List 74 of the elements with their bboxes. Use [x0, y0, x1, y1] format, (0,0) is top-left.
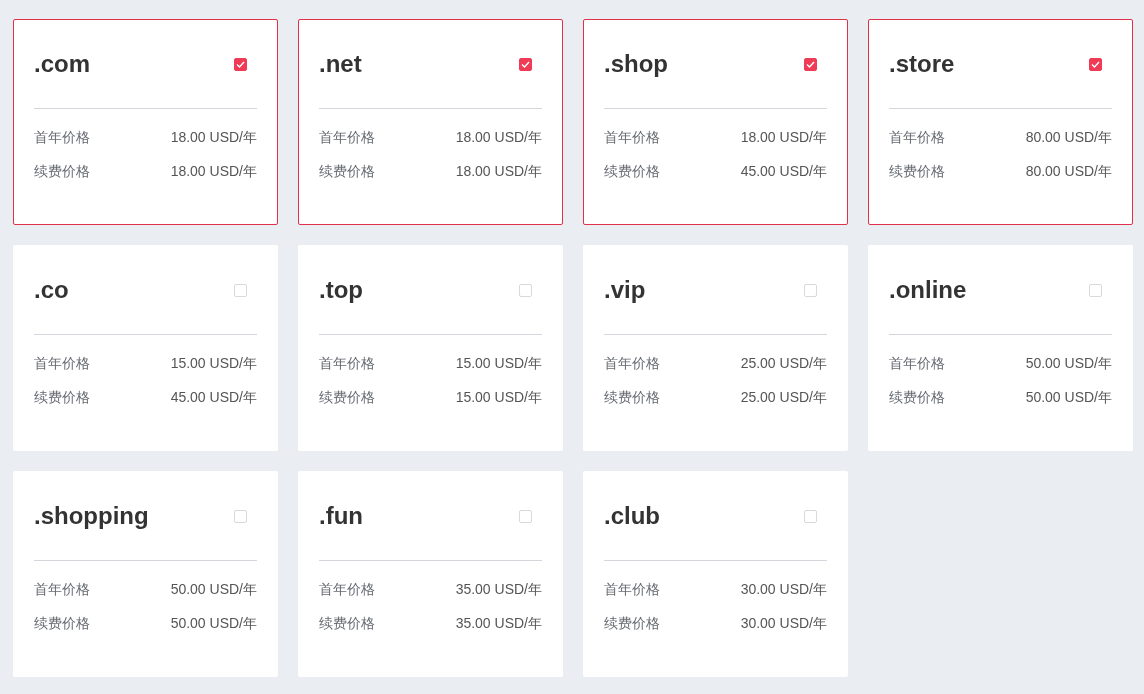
domain-card[interactable]: .com 首年价格 18.00 USD/年 续费价格 18.00 USD/年 — [13, 19, 278, 225]
checkbox[interactable] — [1089, 57, 1102, 71]
domain-name: .top — [319, 276, 363, 304]
price-label: 续费价格 — [34, 388, 90, 407]
price-value: 15.00 USD/年 — [170, 354, 257, 373]
price-label: 首年价格 — [604, 128, 660, 147]
price-value: 18.00 USD/年 — [740, 128, 827, 147]
price-label: 续费价格 — [319, 388, 375, 407]
domain-card[interactable]: .net 首年价格 18.00 USD/年 续费价格 18.00 USD/年 — [298, 19, 563, 225]
domain-card[interactable]: .fun 首年价格 35.00 USD/年 续费价格 35.00 USD/年 — [298, 471, 563, 677]
price-label: 续费价格 — [604, 614, 660, 633]
price-label: 首年价格 — [319, 354, 375, 373]
domain-name: .fun — [319, 502, 363, 530]
price-label: 续费价格 — [34, 614, 90, 633]
domain-card[interactable]: .shop 首年价格 18.00 USD/年 续费价格 45.00 USD/年 — [583, 19, 848, 225]
price-value: 15.00 USD/年 — [455, 388, 542, 407]
price-label: 首年价格 — [604, 354, 660, 373]
price-value: 35.00 USD/年 — [455, 580, 542, 599]
domain-card[interactable]: .shopping 首年价格 50.00 USD/年 续费价格 50.00 USD/年 — [13, 471, 278, 677]
price-label: 首年价格 — [889, 128, 945, 147]
domain-name: .shop — [604, 50, 668, 78]
price-value: 35.00 USD/年 — [455, 614, 542, 633]
price-value: 50.00 USD/年 — [170, 580, 257, 599]
domain-name: .net — [319, 50, 362, 78]
price-value: 15.00 USD/年 — [455, 354, 542, 373]
check-icon — [521, 60, 530, 68]
domain-card[interactable]: .top 首年价格 15.00 USD/年 续费价格 15.00 USD/年 — [298, 245, 563, 451]
price-label: 续费价格 — [889, 162, 945, 181]
domain-card[interactable]: .store 首年价格 80.00 USD/年 续费价格 80.00 USD/年 — [868, 19, 1133, 225]
check-icon — [806, 60, 815, 68]
price-value: 45.00 USD/年 — [740, 162, 827, 181]
price-label: 首年价格 — [34, 128, 90, 147]
domain-name: .online — [889, 276, 967, 304]
price-label: 续费价格 — [604, 388, 660, 407]
price-label: 续费价格 — [319, 162, 375, 181]
check-icon — [1091, 60, 1100, 68]
price-label: 续费价格 — [604, 162, 660, 181]
price-value: 30.00 USD/年 — [740, 614, 827, 633]
price-value: 30.00 USD/年 — [740, 580, 827, 599]
price-value: 50.00 USD/年 — [170, 614, 257, 633]
price-label: 续费价格 — [319, 614, 375, 633]
price-value: 18.00 USD/年 — [455, 162, 542, 181]
domain-card[interactable]: .vip 首年价格 25.00 USD/年 续费价格 25.00 USD/年 — [583, 245, 848, 451]
price-value: 45.00 USD/年 — [170, 388, 257, 407]
price-value: 80.00 USD/年 — [1025, 128, 1112, 147]
domain-name: .shopping — [34, 502, 149, 530]
price-label: 首年价格 — [604, 580, 660, 599]
price-value: 18.00 USD/年 — [170, 128, 257, 147]
checkbox[interactable] — [519, 57, 532, 71]
check-icon — [236, 60, 245, 68]
price-label: 首年价格 — [319, 580, 375, 599]
price-label: 续费价格 — [889, 388, 945, 407]
price-value: 50.00 USD/年 — [1025, 388, 1112, 407]
price-label: 续费价格 — [34, 162, 90, 181]
domain-name: .vip — [604, 276, 646, 304]
price-value: 25.00 USD/年 — [740, 354, 827, 373]
price-label: 首年价格 — [34, 580, 90, 599]
domain-name: .co — [34, 276, 69, 304]
domain-name: .club — [604, 502, 660, 530]
checkbox[interactable] — [234, 57, 247, 71]
domain-name: .com — [34, 50, 90, 78]
price-value: 80.00 USD/年 — [1025, 162, 1112, 181]
price-value: 50.00 USD/年 — [1025, 354, 1112, 373]
checkbox[interactable] — [804, 57, 817, 71]
price-label: 首年价格 — [889, 354, 945, 373]
domain-name: .store — [889, 50, 955, 78]
price-label: 首年价格 — [34, 354, 90, 373]
domain-card[interactable]: .co 首年价格 15.00 USD/年 续费价格 45.00 USD/年 — [13, 245, 278, 451]
domain-card[interactable]: .club 首年价格 30.00 USD/年 续费价格 30.00 USD/年 — [583, 471, 848, 677]
price-value: 25.00 USD/年 — [740, 388, 827, 407]
price-value: 18.00 USD/年 — [170, 162, 257, 181]
price-value: 18.00 USD/年 — [455, 128, 542, 147]
price-label: 首年价格 — [319, 128, 375, 147]
domain-card[interactable]: .online 首年价格 50.00 USD/年 续费价格 50.00 USD/年 — [868, 245, 1133, 451]
